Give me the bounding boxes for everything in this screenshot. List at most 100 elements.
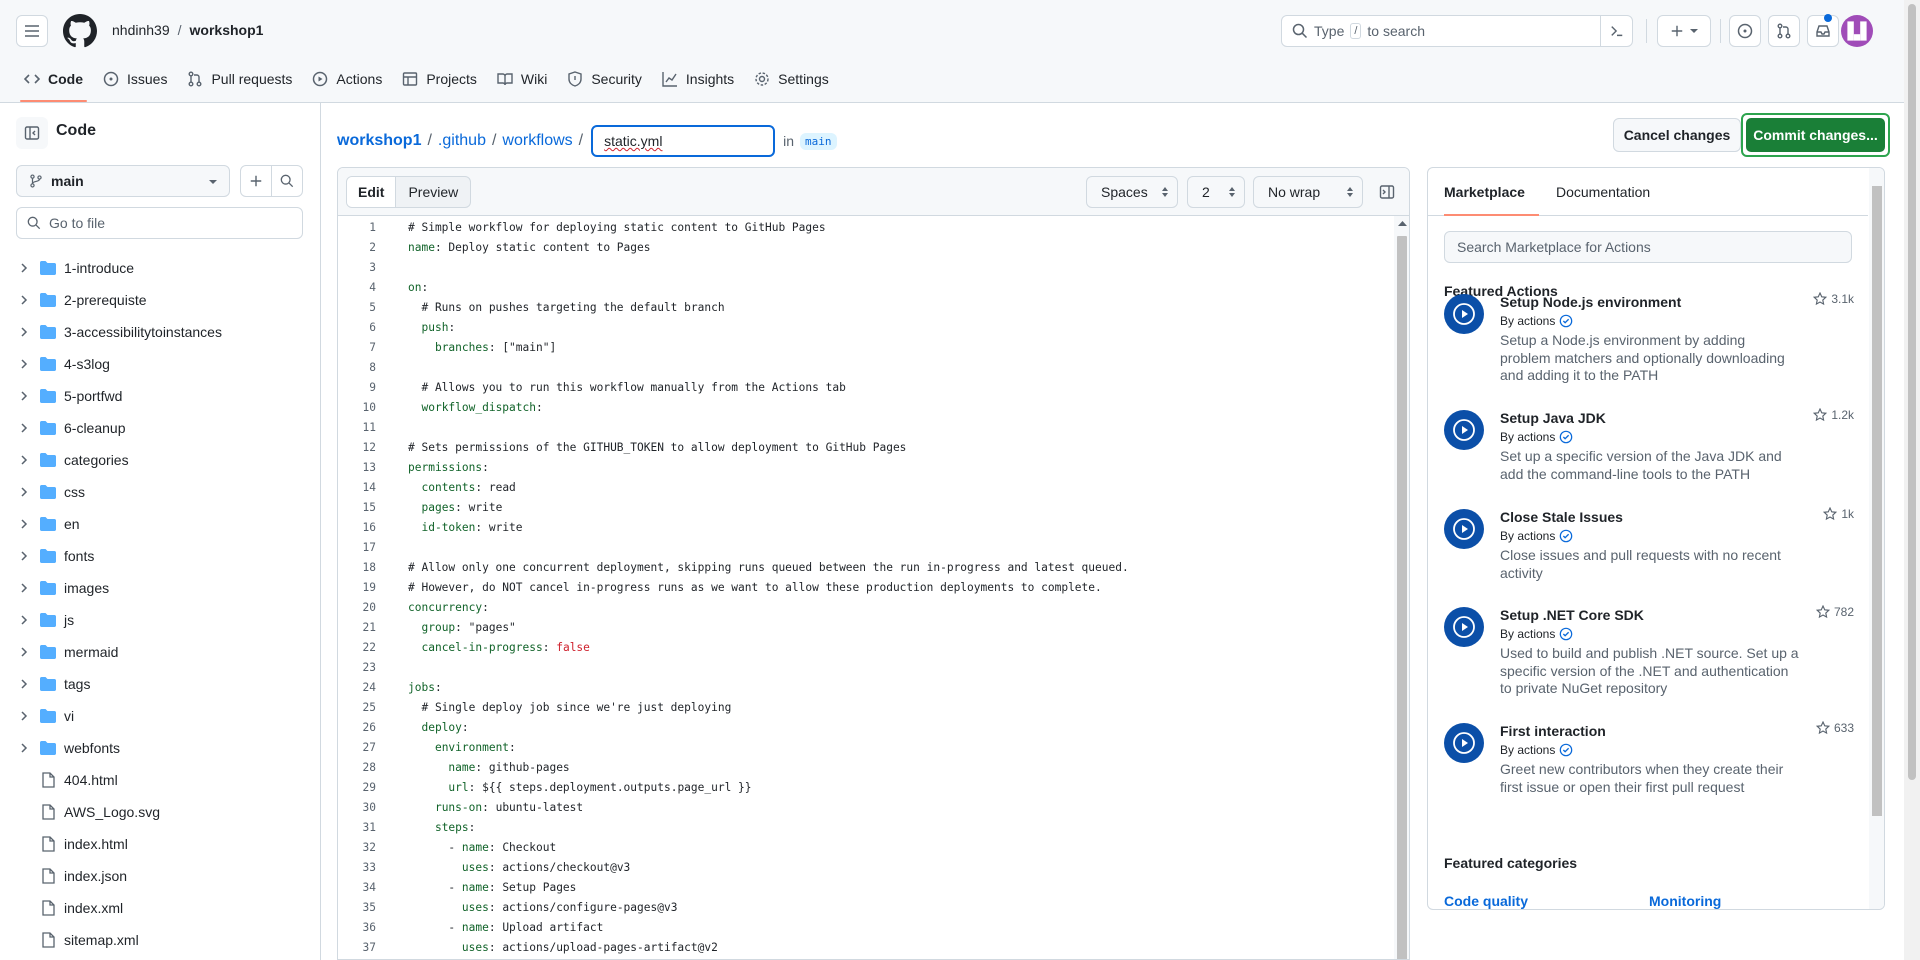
page-scrollbar-thumb[interactable]: [1908, 4, 1916, 780]
code-line[interactable]: 4 on:: [338, 278, 1408, 298]
code-line[interactable]: 28 name: github-pages: [338, 758, 1408, 778]
breadcrumb-workflows-link[interactable]: workflows: [502, 132, 572, 150]
code-line[interactable]: 37 uses: actions/upload-pages-artifact@v…: [338, 938, 1408, 958]
search-files-button[interactable]: [271, 165, 303, 197]
tree-file-item[interactable]: index.json: [0, 860, 320, 892]
tab-code[interactable]: Code: [14, 63, 93, 102]
code-line[interactable]: 23: [338, 658, 1408, 678]
tree-folder-item[interactable]: tags: [0, 668, 320, 700]
code-line[interactable]: 14 contents: read: [338, 478, 1408, 498]
code-line[interactable]: 31 steps:: [338, 818, 1408, 838]
tab-wiki[interactable]: Wiki: [487, 63, 557, 95]
category-monitoring[interactable]: Monitoring: [1649, 893, 1721, 909]
code-line[interactable]: 6 push:: [338, 318, 1408, 338]
edit-tab[interactable]: Edit: [347, 177, 397, 207]
action-title[interactable]: Setup Node.js environment: [1500, 294, 1681, 310]
code-line[interactable]: 22 cancel-in-progress: false: [338, 638, 1408, 658]
tab-settings[interactable]: Settings: [744, 63, 839, 95]
tab-projects[interactable]: Projects: [392, 63, 487, 95]
breadcrumb-repo-link[interactable]: workshop1: [337, 132, 421, 150]
command-palette-button[interactable]: [1600, 16, 1632, 46]
tab-actions[interactable]: Actions: [302, 63, 392, 95]
code-line[interactable]: 24 jobs:: [338, 678, 1408, 698]
action-title[interactable]: First interaction: [1500, 723, 1606, 739]
tab-documentation[interactable]: Documentation: [1556, 184, 1650, 200]
tree-folder-item[interactable]: 1-introduce: [0, 252, 320, 284]
editor-scrollbar-thumb[interactable]: [1397, 236, 1407, 959]
tree-folder-item[interactable]: 2-prerequiste: [0, 284, 320, 316]
code-line[interactable]: 3: [338, 258, 1408, 278]
code-line[interactable]: 11: [338, 418, 1408, 438]
tree-file-item[interactable]: sitemap.xml: [0, 924, 320, 956]
toggle-sidepanel-button[interactable]: [1371, 176, 1403, 208]
code-line[interactable]: 9 # Allows you to run this workflow manu…: [338, 378, 1408, 398]
code-line[interactable]: 32 - name: Checkout: [338, 838, 1408, 858]
tree-folder-item[interactable]: vi: [0, 700, 320, 732]
collapse-sidebar-button[interactable]: [16, 117, 48, 149]
code-line[interactable]: 36 - name: Upload artifact: [338, 918, 1408, 938]
code-line[interactable]: 21 group: "pages": [338, 618, 1408, 638]
inbox-button[interactable]: [1807, 15, 1839, 47]
code-line[interactable]: 7 branches: ["main"]: [338, 338, 1408, 358]
tab-security[interactable]: Security: [557, 63, 652, 95]
tree-folder-item[interactable]: en: [0, 508, 320, 540]
global-search-input[interactable]: Type / to search: [1281, 15, 1633, 47]
code-line[interactable]: 27 environment:: [338, 738, 1408, 758]
code-line[interactable]: 8: [338, 358, 1408, 378]
indent-size-select[interactable]: 2: [1187, 176, 1245, 208]
tree-folder-item[interactable]: fonts: [0, 540, 320, 572]
code-line[interactable]: 34 - name: Setup Pages: [338, 878, 1408, 898]
tree-folder-item[interactable]: mermaid: [0, 636, 320, 668]
code-line[interactable]: 29 url: ${{ steps.deployment.outputs.pag…: [338, 778, 1408, 798]
github-logo-icon[interactable]: [63, 14, 97, 48]
cancel-changes-button[interactable]: Cancel changes: [1613, 118, 1741, 152]
tree-file-item[interactable]: AWS_Logo.svg: [0, 796, 320, 828]
code-line[interactable]: 16 id-token: write: [338, 518, 1408, 538]
action-title[interactable]: Close Stale Issues: [1500, 509, 1623, 525]
code-line[interactable]: 26 deploy:: [338, 718, 1408, 738]
code-line[interactable]: 20 concurrency:: [338, 598, 1408, 618]
code-line[interactable]: 33 uses: actions/checkout@v3: [338, 858, 1408, 878]
page-scrollbar[interactable]: [1904, 0, 1920, 960]
action-title[interactable]: Setup .NET Core SDK: [1500, 607, 1644, 623]
tree-folder-item[interactable]: 3-accessibilitytoinstances: [0, 316, 320, 348]
tab-pull-requests[interactable]: Pull requests: [177, 63, 302, 95]
code-line[interactable]: 25 # Single deploy job since we're just …: [338, 698, 1408, 718]
code-line[interactable]: 5 # Runs on pushes targeting the default…: [338, 298, 1408, 318]
tree-folder-item[interactable]: 5-portfwd: [0, 380, 320, 412]
code-line[interactable]: 30 runs-on: ubuntu-latest: [338, 798, 1408, 818]
filename-input[interactable]: static.yml: [591, 125, 776, 157]
tree-file-item[interactable]: index.xml: [0, 892, 320, 924]
marketplace-search-input[interactable]: Search Marketplace for Actions: [1444, 231, 1852, 263]
code-line[interactable]: 17: [338, 538, 1408, 558]
action-title[interactable]: Setup Java JDK: [1500, 410, 1606, 426]
marketplace-scrollbar-thumb[interactable]: [1872, 186, 1882, 816]
tree-file-item[interactable]: index.html: [0, 828, 320, 860]
code-line[interactable]: 35 uses: actions/configure-pages@v3: [338, 898, 1408, 918]
preview-tab[interactable]: Preview: [396, 177, 470, 207]
create-new-button[interactable]: [1657, 15, 1711, 47]
tree-folder-item[interactable]: categories: [0, 444, 320, 476]
issues-button[interactable]: [1729, 15, 1761, 47]
code-line[interactable]: 12 # Sets permissions of the GITHUB_TOKEN…: [338, 438, 1408, 458]
scroll-up-arrow-icon[interactable]: [1398, 220, 1407, 232]
code-line[interactable]: 19 # However, do NOT cancel in-progress r…: [338, 578, 1408, 598]
tree-folder-item[interactable]: images: [0, 572, 320, 604]
go-to-file-input[interactable]: Go to file: [16, 207, 303, 239]
code-area[interactable]: 1 # Simple workflow for deploying static …: [338, 216, 1393, 959]
add-file-button[interactable]: [240, 165, 272, 197]
wrap-mode-select[interactable]: No wrap: [1253, 176, 1363, 208]
code-line[interactable]: 13 permissions:: [338, 458, 1408, 478]
pull-requests-button[interactable]: [1768, 15, 1800, 47]
tab-insights[interactable]: Insights: [652, 63, 744, 95]
commit-changes-button[interactable]: Commit changes...: [1746, 118, 1885, 152]
tree-folder-item[interactable]: js: [0, 604, 320, 636]
code-line[interactable]: 15 pages: write: [338, 498, 1408, 518]
branch-selector[interactable]: main: [16, 165, 230, 197]
indent-mode-select[interactable]: Spaces: [1086, 176, 1178, 208]
category-code-quality[interactable]: Code quality: [1444, 893, 1528, 909]
code-line[interactable]: 10 workflow_dispatch:: [338, 398, 1408, 418]
tree-file-item[interactable]: 404.html: [0, 764, 320, 796]
code-line[interactable]: 2 name: Deploy static content to Pages: [338, 238, 1408, 258]
tree-folder-item[interactable]: css: [0, 476, 320, 508]
